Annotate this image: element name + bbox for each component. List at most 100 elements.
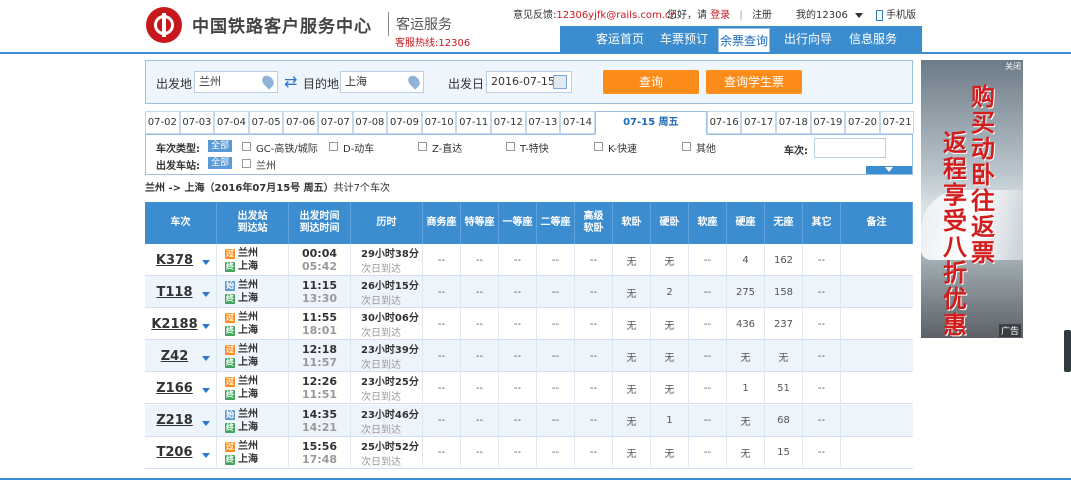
train-number-input[interactable] bbox=[814, 138, 886, 158]
query-button[interactable]: 查询 bbox=[603, 70, 699, 94]
swap-stations-icon[interactable]: ⇄ bbox=[284, 72, 297, 91]
nav-travel-guide[interactable]: 出行向导 bbox=[780, 26, 836, 52]
seat-availability: -- bbox=[499, 340, 537, 373]
type-all-toggle[interactable]: 全部 bbox=[208, 140, 233, 152]
date-tab[interactable]: 07-09 bbox=[387, 111, 422, 134]
train-number-link[interactable]: T206 bbox=[156, 445, 192, 460]
column-header: 软座 bbox=[689, 202, 727, 244]
chevron-down-icon[interactable] bbox=[202, 420, 210, 426]
nav-booking[interactable]: 车票预订 bbox=[654, 26, 714, 52]
train-number-link[interactable]: Z166 bbox=[156, 381, 193, 396]
station-all-toggle[interactable]: 全部 bbox=[208, 157, 233, 169]
collapse-filters-button[interactable] bbox=[866, 166, 912, 174]
seat-availability: -- bbox=[423, 308, 461, 341]
date-tab[interactable]: 07-04 bbox=[214, 111, 249, 134]
station-lanzhou-checkbox[interactable] bbox=[242, 159, 251, 168]
seat-availability: 无 bbox=[651, 436, 689, 469]
train-row[interactable]: Z42 过兰州终上海 12:18 11:57 23小时39分 次日到达 -- -- -- -- --… bbox=[145, 340, 913, 373]
seat-availability: -- bbox=[423, 244, 461, 276]
train-number-link[interactable]: Z218 bbox=[156, 413, 193, 428]
seat-availability: -- bbox=[499, 372, 537, 405]
train-row[interactable]: Z218 始兰州终上海 14:35 14:21 23小时46分 次日到达 -- -- -- -- -… bbox=[145, 404, 913, 437]
to-label: 目的地 bbox=[303, 77, 340, 91]
date-tab[interactable]: 07-19 bbox=[810, 111, 846, 134]
my12306-menu[interactable]: 我的12306 bbox=[796, 6, 863, 21]
date-tab[interactable]: 07-03 bbox=[179, 111, 215, 134]
type-k-label: K-快速 bbox=[608, 144, 638, 155]
seat-availability: 无 bbox=[613, 244, 651, 276]
chevron-down-icon[interactable] bbox=[202, 356, 210, 362]
mobile-link[interactable]: 手机版 bbox=[876, 6, 916, 21]
nav-ticket-query[interactable]: 余票查询 bbox=[718, 28, 770, 52]
duration-cell: 29小时38分 次日到达 bbox=[351, 244, 423, 276]
seat-availability: -- bbox=[537, 340, 575, 373]
station-cell: 过兰州终上海 bbox=[217, 372, 289, 405]
column-header: 备注 bbox=[841, 202, 913, 244]
duration-cell: 30小时06分 次日到达 bbox=[351, 308, 423, 341]
pass-station-icon: 始 bbox=[225, 281, 235, 292]
train-row[interactable]: Z166 过兰州终上海 12:26 11:51 23小时25分 次日到达 -- -- -- -- -… bbox=[145, 372, 913, 405]
train-row[interactable]: T118 始兰州终上海 11:15 13:30 26小时15分 次日到达 -- -- -- -- -… bbox=[145, 276, 913, 309]
register-link[interactable]: 注册 bbox=[752, 10, 772, 21]
to-station-field[interactable]: 上海 bbox=[340, 71, 424, 93]
ad-banner[interactable]: 购买动卧往返票 返程享受八折优惠 关闭 广告 bbox=[921, 60, 1023, 338]
date-tab[interactable]: 07-14 bbox=[560, 111, 595, 134]
date-tab[interactable]: 07-16 bbox=[706, 111, 742, 134]
type-d-checkbox[interactable] bbox=[329, 142, 338, 151]
arrive-time: 11:51 bbox=[301, 388, 337, 402]
feedback-label: 意见反馈: bbox=[513, 10, 557, 21]
chevron-down-icon[interactable] bbox=[202, 260, 210, 265]
from-station-field[interactable]: 兰州 bbox=[194, 71, 278, 93]
time-cell: 00:04 05:42 bbox=[289, 244, 351, 276]
type-gc-checkbox[interactable] bbox=[242, 142, 251, 151]
type-t-checkbox[interactable] bbox=[506, 142, 515, 151]
header-divider bbox=[0, 52, 1071, 54]
date-tab-selected[interactable]: 07-15 周五 bbox=[594, 111, 707, 135]
calendar-icon[interactable] bbox=[553, 75, 567, 89]
student-query-button[interactable]: 查询学生票 bbox=[706, 70, 802, 94]
date-tab[interactable]: 07-08 bbox=[352, 111, 388, 134]
side-scroll-handle[interactable] bbox=[1064, 330, 1071, 372]
date-tab[interactable]: 07-10 bbox=[421, 111, 457, 134]
date-tab[interactable]: 07-20 bbox=[845, 111, 880, 134]
station-lanzhou-label: 兰州 bbox=[256, 161, 276, 172]
train-row[interactable]: K378 过兰州终上海 00:04 05:42 29小时38分 次日到达 -- -- -- -- -… bbox=[145, 244, 913, 276]
site-subtitle: 客运服务 bbox=[396, 17, 452, 33]
column-header[interactable]: 历时 bbox=[351, 202, 423, 244]
train-number-link[interactable]: K2188 bbox=[151, 317, 197, 332]
train-number-link[interactable]: T118 bbox=[156, 285, 192, 300]
date-tab[interactable]: 07-18 bbox=[776, 111, 811, 134]
train-row[interactable]: T206 过兰州终上海 15:56 17:48 25小时52分 次日到达 -- -- -- -- -… bbox=[145, 436, 913, 469]
login-link[interactable]: 登录 bbox=[710, 10, 730, 21]
filter-panel: 车次类型: 全部 GC-高铁/城际 D-动车 Z-直达 T-特快 K-快速 其他… bbox=[145, 135, 913, 175]
seat-availability: -- bbox=[803, 276, 841, 309]
column-header[interactable]: 出发时间 到达时间 bbox=[289, 202, 351, 244]
date-tab[interactable]: 07-06 bbox=[283, 111, 318, 134]
type-z-checkbox[interactable] bbox=[418, 142, 427, 151]
date-tab[interactable]: 07-07 bbox=[318, 111, 353, 134]
chevron-down-icon[interactable] bbox=[202, 292, 210, 298]
chevron-down-icon[interactable] bbox=[202, 452, 210, 458]
seat-availability: -- bbox=[803, 436, 841, 469]
chevron-down-icon[interactable] bbox=[202, 388, 210, 394]
nav-home[interactable]: 客运首页 bbox=[590, 26, 650, 52]
date-field[interactable]: 2016-07-15 bbox=[486, 71, 572, 93]
train-number-link[interactable]: Z42 bbox=[161, 349, 189, 364]
date-tab[interactable]: 07-02 bbox=[145, 111, 180, 134]
date-tab[interactable]: 07-05 bbox=[248, 111, 284, 134]
date-tab[interactable]: 07-21 bbox=[879, 111, 915, 134]
ad-close-button[interactable]: 关闭 bbox=[1005, 61, 1021, 72]
type-k-checkbox[interactable] bbox=[594, 142, 603, 151]
date-tab[interactable]: 07-13 bbox=[525, 111, 561, 134]
train-row[interactable]: K2188 过兰州终上海 11:55 18:01 30小时06分 次日到达 -- -- -- --… bbox=[145, 308, 913, 341]
nav-info-service[interactable]: 信息服务 bbox=[844, 26, 902, 52]
chevron-down-icon[interactable] bbox=[202, 324, 210, 330]
train-number-link[interactable]: K378 bbox=[156, 253, 193, 268]
arrive-time: 17:48 bbox=[301, 452, 337, 466]
feedback-email-link[interactable]: 12306yjfk@rails.com.cn bbox=[556, 10, 676, 21]
date-tab[interactable]: 07-17 bbox=[741, 111, 776, 134]
date-tab[interactable]: 07-12 bbox=[491, 111, 526, 134]
type-other-checkbox[interactable] bbox=[682, 142, 691, 151]
date-tab[interactable]: 07-11 bbox=[456, 111, 491, 134]
depart-time: 12:26 bbox=[301, 375, 337, 389]
